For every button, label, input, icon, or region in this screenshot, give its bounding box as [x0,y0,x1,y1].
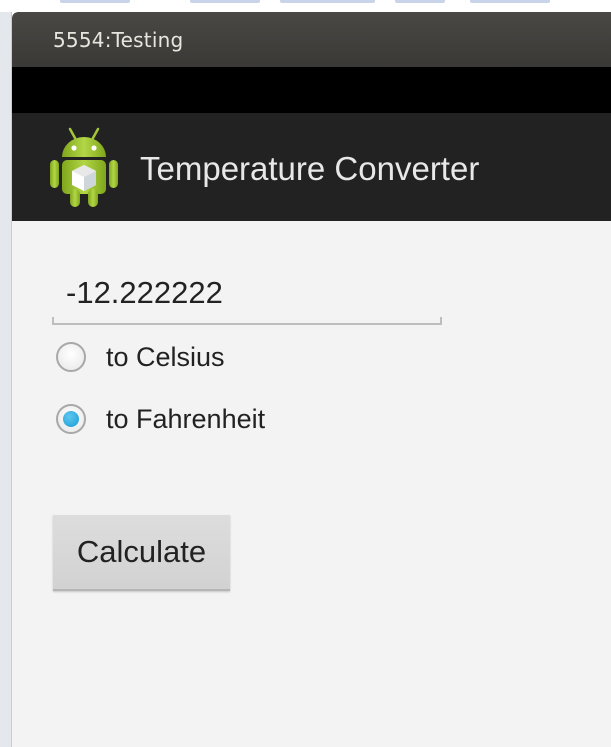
android-robot-icon[interactable] [48,125,120,209]
android-status-bar [12,67,611,113]
radio-label-celsius: to Celsius [106,341,225,372]
temperature-input[interactable] [52,269,442,325]
window-titlebar[interactable]: 5554:Testing [12,12,611,67]
radio-to-celsius[interactable]: to Celsius [56,337,225,377]
radio-button-checked[interactable] [56,404,86,434]
desktop-left-edge [0,12,12,747]
window-title: 5554:Testing [53,28,184,52]
taskbar-item [395,0,445,3]
radio-to-fahrenheit[interactable]: to Fahrenheit [56,399,265,439]
taskbar-item [470,0,550,3]
desktop-top-strip [0,0,611,12]
app-title: Temperature Converter [140,150,480,187]
emulator-window: 5554:Testing Temperature Converter -12.2… [12,12,611,747]
taskbar-item [60,0,130,3]
input-underline-tick [52,317,54,325]
main-content: to Celsius to Fahrenheit Calculate [12,221,611,747]
radio-label-fahrenheit: to Fahrenheit [106,403,266,434]
action-bar: Temperature Converter [12,113,611,221]
radio-button-unchecked[interactable] [56,342,86,372]
taskbar-item [280,0,375,3]
taskbar-item [190,0,260,3]
calculate-button[interactable]: Calculate [53,515,230,591]
input-underline-tick [440,317,442,325]
